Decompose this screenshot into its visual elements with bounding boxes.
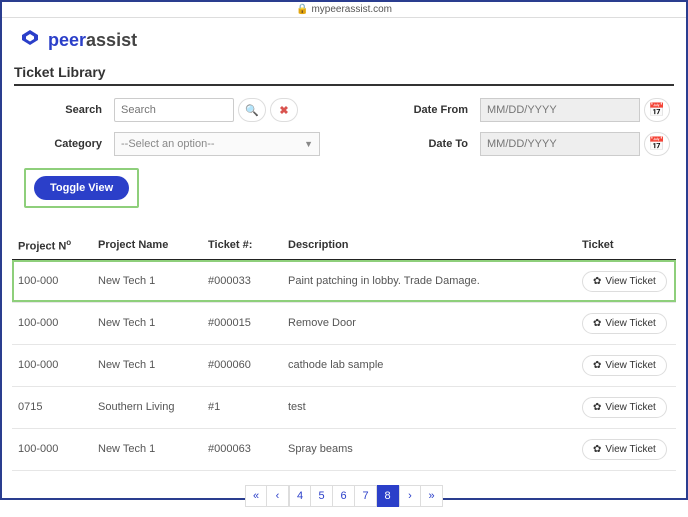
page-number[interactable]: 6 (333, 485, 355, 507)
cell-project-no: 100-000 (12, 260, 92, 303)
cell-ticket-num: #000060 (202, 344, 282, 386)
toggle-view-button[interactable]: Toggle View (34, 176, 129, 200)
search-input[interactable] (114, 98, 234, 122)
view-ticket-label: View Ticket (605, 276, 655, 287)
category-label: Category (18, 138, 114, 150)
view-ticket-button[interactable]: ✿ View Ticket (582, 271, 667, 292)
cell-project-no: 100-000 (12, 344, 92, 386)
calendar-icon: 📅 (649, 102, 665, 118)
toggle-highlight-box: Toggle View (24, 168, 139, 208)
page-last[interactable]: » (421, 485, 443, 507)
category-select[interactable]: --Select an option-- ▼ (114, 132, 320, 156)
date-to-input[interactable] (480, 132, 640, 156)
table-row: 100-000New Tech 1#000063Spray beams ✿ View… (12, 428, 676, 470)
page-prev[interactable]: ‹ (267, 485, 289, 507)
calendar-icon: 📅 (649, 136, 665, 152)
gear-icon: ✿ (593, 444, 601, 455)
logo-icon (18, 28, 42, 52)
cell-action: ✿ View Ticket (576, 428, 676, 470)
cell-project-name: New Tech 1 (92, 344, 202, 386)
page-next[interactable]: › (399, 485, 421, 507)
col-ticket-action: Ticket (576, 232, 676, 260)
cell-ticket-num: #000063 (202, 428, 282, 470)
cell-description: Paint patching in lobby. Trade Damage. (282, 260, 576, 303)
browser-url-bar: 🔒mypeerassist.com (2, 2, 686, 18)
host-text: mypeerassist.com (311, 4, 392, 15)
date-from-label: Date From (364, 104, 480, 116)
table-row: 100-000New Tech 1#000060cathode lab samp… (12, 344, 676, 386)
col-ticket-num: Ticket #: (202, 232, 282, 260)
filter-panel: Search 🔍 ✖ Date From 📅 Category --Select… (2, 86, 686, 214)
cell-description: Remove Door (282, 302, 576, 344)
cell-ticket-num: #1 (202, 386, 282, 428)
table-row: 100-000New Tech 1#000033Paint patching i… (12, 260, 676, 303)
logo-text: peerassist (48, 30, 137, 51)
search-button[interactable]: 🔍 (238, 98, 266, 122)
view-ticket-button[interactable]: ✿ View Ticket (582, 397, 667, 418)
cell-description: test (282, 386, 576, 428)
cell-project-name: New Tech 1 (92, 302, 202, 344)
cell-action: ✿ View Ticket (576, 344, 676, 386)
col-description: Description (282, 232, 576, 260)
ticket-table: Project No Project Name Ticket #: Descri… (12, 232, 676, 471)
cell-ticket-num: #000015 (202, 302, 282, 344)
cell-description: cathode lab sample (282, 344, 576, 386)
lock-icon: 🔒 (296, 4, 308, 15)
col-project-no: Project No (12, 232, 92, 260)
gear-icon: ✿ (593, 402, 601, 413)
view-ticket-label: View Ticket (605, 444, 655, 455)
pagination: « ‹ 45678 › » (2, 471, 686, 517)
page-number[interactable]: 8 (377, 485, 399, 507)
cell-project-no: 100-000 (12, 302, 92, 344)
table-row: 100-000New Tech 1#000015Remove Door ✿ View… (12, 302, 676, 344)
view-ticket-button[interactable]: ✿ View Ticket (582, 313, 667, 334)
gear-icon: ✿ (593, 276, 601, 287)
cell-project-name: Southern Living (92, 386, 202, 428)
cell-action: ✿ View Ticket (576, 302, 676, 344)
cell-ticket-num: #000033 (202, 260, 282, 303)
date-to-calendar-button[interactable]: 📅 (644, 132, 670, 156)
cell-action: ✿ View Ticket (576, 260, 676, 303)
date-from-calendar-button[interactable]: 📅 (644, 98, 670, 122)
search-label: Search (18, 104, 114, 116)
table-row: 0715Southern Living#1test ✿ View Ticket (12, 386, 676, 428)
search-icon: 🔍 (245, 104, 259, 117)
page-first[interactable]: « (245, 485, 267, 507)
gear-icon: ✿ (593, 360, 601, 371)
app-header: peerassist (2, 18, 686, 60)
cell-project-no: 100-000 (12, 428, 92, 470)
cell-project-no: 0715 (12, 386, 92, 428)
clear-search-button[interactable]: ✖ (270, 98, 298, 122)
page-number[interactable]: 4 (289, 485, 311, 507)
date-from-input[interactable] (480, 98, 640, 122)
date-to-label: Date To (364, 138, 480, 150)
view-ticket-button[interactable]: ✿ View Ticket (582, 355, 667, 376)
cell-action: ✿ View Ticket (576, 386, 676, 428)
cell-description: Spray beams (282, 428, 576, 470)
cell-project-name: New Tech 1 (92, 260, 202, 303)
view-ticket-label: View Ticket (605, 360, 655, 371)
cell-project-name: New Tech 1 (92, 428, 202, 470)
view-ticket-label: View Ticket (605, 402, 655, 413)
category-placeholder: --Select an option-- (121, 138, 215, 150)
col-project-name: Project Name (92, 232, 202, 260)
page-number[interactable]: 5 (311, 485, 333, 507)
view-ticket-label: View Ticket (605, 318, 655, 329)
page-title: Ticket Library (14, 60, 674, 86)
page-number[interactable]: 7 (355, 485, 377, 507)
chevron-down-icon: ▼ (304, 139, 313, 149)
close-icon: ✖ (279, 104, 288, 117)
gear-icon: ✿ (593, 318, 601, 329)
view-ticket-button[interactable]: ✿ View Ticket (582, 439, 667, 460)
